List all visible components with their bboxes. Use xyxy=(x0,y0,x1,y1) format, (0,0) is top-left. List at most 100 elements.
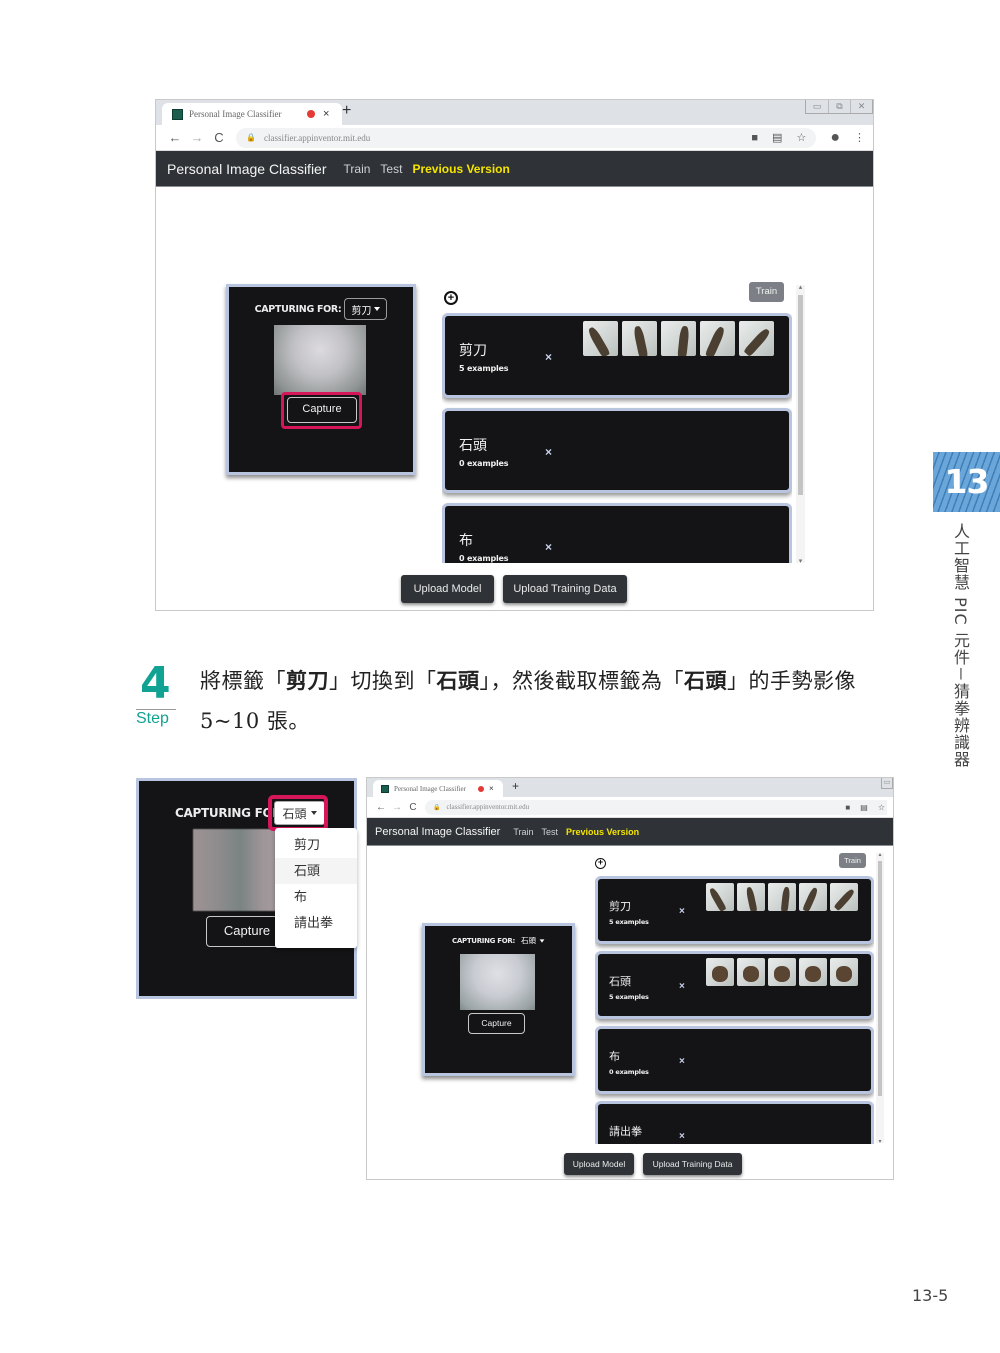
reload-icon[interactable]: C xyxy=(405,802,421,813)
url-text[interactable]: classifier.appinventor.mit.edu xyxy=(446,803,529,811)
label-select[interactable]: 石頭 xyxy=(521,935,545,946)
translate-icon[interactable]: ▤ xyxy=(772,131,782,144)
scroll-up-icon[interactable]: ▴ xyxy=(876,851,884,858)
label-name: 剪刀 xyxy=(609,900,631,913)
example-thumbnails xyxy=(706,883,861,911)
star-icon[interactable]: ☆ xyxy=(878,803,885,812)
hand-gesture-image xyxy=(704,325,726,356)
remove-label-icon[interactable]: × xyxy=(679,906,685,917)
example-thumbnail[interactable] xyxy=(737,958,765,986)
app-brand[interactable]: Personal Image Classifier xyxy=(375,826,500,838)
scroll-thumb[interactable] xyxy=(798,295,803,495)
remove-label-icon[interactable]: × xyxy=(545,350,552,364)
webcam-preview xyxy=(193,829,279,911)
address-bar[interactable]: 🔒 classifier.appinventor.mit.edu ■ ▤ ☆ xyxy=(425,799,887,815)
close-tab-icon[interactable]: × xyxy=(323,108,329,120)
upload-training-data-button[interactable]: Upload Training Data xyxy=(643,1153,742,1175)
upload-model-button[interactable]: Upload Model xyxy=(401,575,494,603)
example-thumbnails xyxy=(583,321,778,356)
app-brand[interactable]: Personal Image Classifier xyxy=(167,161,327,177)
nav-test[interactable]: Test xyxy=(380,162,402,176)
label-card: 石頭 5 examples × xyxy=(595,951,874,1019)
close-tab-icon[interactable]: × xyxy=(489,784,494,793)
dropdown-option[interactable]: 請出拳 xyxy=(275,910,357,936)
example-thumbnail[interactable] xyxy=(661,321,696,356)
nav-previous-version[interactable]: Previous Version xyxy=(566,827,639,837)
label-select[interactable]: 剪刀 xyxy=(344,298,388,320)
close-window-icon[interactable]: ✕ xyxy=(850,100,872,113)
example-thumbnail[interactable] xyxy=(799,883,827,911)
selected-label: 石頭 xyxy=(520,936,536,945)
label-card: 剪刀 5 examples × xyxy=(595,876,874,944)
reload-icon[interactable]: C xyxy=(208,130,230,145)
star-icon[interactable]: ☆ xyxy=(796,131,806,144)
remove-label-icon[interactable]: × xyxy=(545,540,552,554)
add-label-icon[interactable]: + xyxy=(444,291,458,305)
example-thumbnail[interactable] xyxy=(768,958,796,986)
chapter-number: 13 xyxy=(944,462,990,501)
scroll-down-icon[interactable]: ▾ xyxy=(796,557,805,565)
translate-icon[interactable]: ▤ xyxy=(860,803,868,812)
example-thumbnail[interactable] xyxy=(706,883,734,911)
camera-icon[interactable]: ■ xyxy=(845,803,850,812)
capture-button[interactable]: Capture xyxy=(287,397,357,423)
capturing-for-label: CAPTURING FOR: xyxy=(254,303,342,315)
example-thumbnail[interactable] xyxy=(737,883,765,911)
camera-icon[interactable]: ■ xyxy=(751,132,758,144)
capture-button[interactable]: Capture xyxy=(468,1013,525,1034)
chapter-title: 人工智慧 PIC 元件－猜拳辨識器 xyxy=(951,523,970,768)
label-name: 石頭 xyxy=(459,438,487,454)
back-icon[interactable]: ← xyxy=(164,130,186,145)
scroll-down-icon[interactable]: ▾ xyxy=(876,1138,884,1145)
remove-label-icon[interactable]: × xyxy=(545,445,552,459)
forward-icon[interactable]: → xyxy=(186,130,208,145)
example-thumbnail[interactable] xyxy=(583,321,618,356)
nav-train[interactable]: Train xyxy=(344,162,371,176)
step-keyword: 石頭 xyxy=(436,668,480,693)
back-icon[interactable]: ← xyxy=(373,802,389,813)
dropdown-option[interactable]: 剪刀 xyxy=(275,832,357,858)
upload-model-button[interactable]: Upload Model xyxy=(564,1153,634,1175)
browser-tab[interactable]: Personal Image Classifier × xyxy=(373,780,503,797)
remove-label-icon[interactable]: × xyxy=(679,1056,685,1067)
example-thumbnails xyxy=(706,958,861,986)
label-card: 剪刀 5 examples × xyxy=(442,313,792,398)
forward-icon[interactable]: → xyxy=(389,802,405,813)
address-bar[interactable]: 🔒 classifier.appinventor.mit.edu ■ ▤ ☆ xyxy=(236,127,817,148)
dropdown-option[interactable]: 石頭 xyxy=(275,858,357,884)
example-thumbnail[interactable] xyxy=(830,958,858,986)
label-dropdown-menu: 剪刀 石頭布請出拳 xyxy=(275,828,357,948)
example-thumbnail[interactable] xyxy=(739,321,774,356)
example-thumbnail[interactable] xyxy=(830,883,858,911)
example-thumbnail[interactable] xyxy=(700,321,735,356)
example-thumbnail[interactable] xyxy=(622,321,657,356)
profile-icon[interactable]: ● xyxy=(830,129,840,147)
scroll-up-icon[interactable]: ▴ xyxy=(796,283,805,291)
scroll-thumb[interactable] xyxy=(878,861,882,1096)
scrollbar[interactable]: ▴ ▾ xyxy=(796,283,805,565)
new-tab-button[interactable]: + xyxy=(342,102,351,120)
nav-previous-version[interactable]: Previous Version xyxy=(412,162,509,176)
nav-train[interactable]: Train xyxy=(513,827,533,837)
maximize-icon[interactable]: ⧉ xyxy=(828,100,850,113)
upload-training-data-button[interactable]: Upload Training Data xyxy=(503,575,627,603)
add-label-icon[interactable]: + xyxy=(595,858,606,869)
label-name: 布 xyxy=(459,533,473,549)
train-button[interactable]: Train xyxy=(839,853,866,868)
dropdown-option[interactable]: 布 xyxy=(275,884,357,910)
minimize-icon[interactable]: ▭ xyxy=(882,778,892,788)
menu-icon[interactable]: ⋮ xyxy=(854,131,865,144)
minimize-icon[interactable]: ▭ xyxy=(806,100,828,113)
train-button[interactable]: Train xyxy=(749,282,784,302)
example-thumbnail[interactable] xyxy=(799,958,827,986)
example-thumbnail[interactable] xyxy=(706,958,734,986)
scrollbar[interactable]: ▴ ▾ xyxy=(876,851,884,1145)
url-text[interactable]: classifier.appinventor.mit.edu xyxy=(264,133,370,143)
nav-test[interactable]: Test xyxy=(542,827,559,837)
remove-label-icon[interactable]: × xyxy=(679,981,685,992)
remove-label-icon[interactable]: × xyxy=(679,1131,685,1142)
new-tab-button[interactable]: + xyxy=(512,779,519,793)
browser-tab[interactable]: Personal Image Classifier × xyxy=(162,103,342,125)
example-count: 0 examples xyxy=(609,1068,649,1076)
example-thumbnail[interactable] xyxy=(768,883,796,911)
